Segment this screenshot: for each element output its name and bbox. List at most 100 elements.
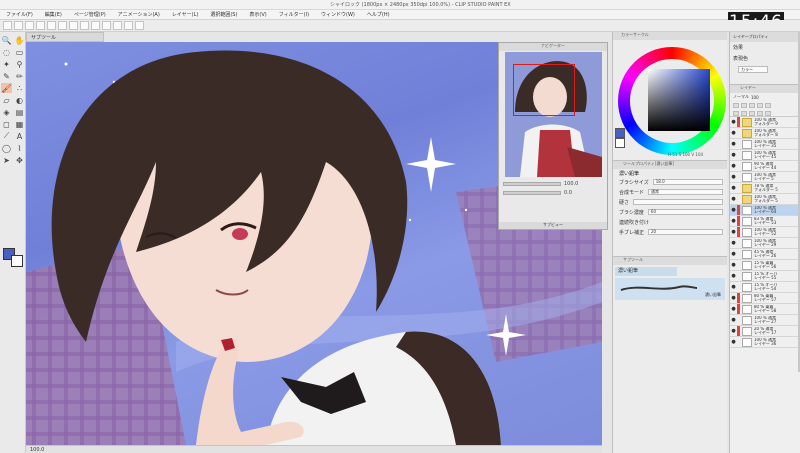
eye-icon[interactable]: ● — [730, 339, 737, 345]
layer-row[interactable]: ● 15 % オーバ レイヤー 55 — [730, 271, 800, 282]
eyedropper-tool-icon[interactable]: ⚲ — [14, 59, 25, 69]
lasso-tool-icon[interactable]: ◌ — [1, 47, 12, 57]
invert-selection-icon[interactable] — [91, 21, 100, 30]
snap-icon[interactable] — [102, 21, 111, 30]
rotate-slider[interactable] — [503, 191, 561, 195]
sub-color-chip[interactable] — [615, 138, 625, 148]
layer-row[interactable]: ● 100 % 通常 レイヤー 45 — [730, 150, 800, 161]
menu-edit[interactable]: 編集(E) — [45, 11, 62, 18]
eye-icon[interactable]: ● — [730, 119, 737, 125]
ruler-snap-icon[interactable] — [113, 21, 122, 30]
new-layer-icon[interactable] — [733, 110, 739, 116]
menu-help[interactable]: ヘルプ(H) — [367, 11, 390, 18]
pen-pressure-icon[interactable] — [124, 21, 133, 30]
eye-icon[interactable]: ● — [730, 295, 737, 301]
settings-icon[interactable] — [135, 21, 144, 30]
layer-row[interactable]: ● 100 % 通常 レイヤー 29 — [730, 238, 800, 249]
mask-icon[interactable] — [765, 102, 771, 108]
brush-preview[interactable]: 濃い鉛筆 — [615, 278, 725, 300]
correct-line-tool-icon[interactable]: ⌇ — [14, 143, 25, 153]
eye-icon[interactable]: ● — [730, 262, 737, 268]
navigator-zoom-value[interactable]: 100.0 — [564, 181, 578, 187]
fill-tool-icon[interactable]: ◈ — [1, 107, 12, 117]
menu-file[interactable]: ファイル(F) — [6, 11, 33, 18]
navigator-view-frame[interactable] — [513, 64, 575, 116]
eye-icon[interactable]: ● — [730, 284, 737, 290]
expression-color-select[interactable]: カラー — [738, 66, 768, 73]
zoom-tool-icon[interactable]: 🔍 — [1, 35, 12, 45]
undo-icon[interactable] — [36, 21, 45, 30]
eye-icon[interactable]: ● — [730, 130, 737, 136]
layer-folder-row[interactable]: ● 100 % 通常 フォルダー 9 — [730, 117, 800, 128]
lock-icon[interactable] — [733, 102, 739, 108]
zoom-slider[interactable] — [503, 182, 561, 186]
figure-tool-icon[interactable]: ◻ — [1, 119, 12, 129]
menu-selection[interactable]: 選択範囲(S) — [210, 11, 237, 18]
eraser-tool-icon[interactable]: ▱ — [1, 95, 12, 105]
menu-filter[interactable]: フィルター(I) — [279, 11, 309, 18]
transform-icon[interactable] — [69, 21, 78, 30]
layer-row[interactable]: ● 100 % 通常 レイヤー 64 — [730, 205, 800, 216]
menu-animation[interactable]: アニメーション(A) — [118, 11, 160, 18]
saturation-value-square[interactable] — [648, 69, 710, 131]
layer-row[interactable]: ● 15 % オーバ レイヤー 54 — [730, 282, 800, 293]
layer-row[interactable]: ● 100 % 通常 レイヤー 35 — [730, 139, 800, 150]
layer-folder-row[interactable]: ● 100 % 通常 フォルダー 8 — [730, 128, 800, 139]
blend-mode-select[interactable]: ノーマル — [733, 94, 749, 100]
layer-row[interactable]: ● 100 % 通常 レイヤー 52 — [730, 227, 800, 238]
clear-icon[interactable] — [58, 21, 67, 30]
move-tool-icon[interactable]: ✋ — [14, 35, 25, 45]
layer-row[interactable]: ● 45 % 通常 レイヤー 26 — [730, 249, 800, 260]
menu-view[interactable]: 表示(V) — [249, 11, 266, 18]
clip-icon[interactable] — [741, 102, 747, 108]
navigator-rotate-value[interactable]: 0.0 — [564, 190, 572, 196]
merge-icon[interactable] — [757, 110, 763, 116]
new-folder-icon[interactable] — [749, 110, 755, 116]
eye-icon[interactable]: ● — [730, 328, 737, 334]
wand-tool-icon[interactable]: ✦ — [1, 59, 12, 69]
frame-tool-icon[interactable]: ▦ — [14, 119, 25, 129]
layer-folder-row[interactable]: ● 100 % 通常 フォルダー 5 — [730, 194, 800, 205]
status-zoom[interactable]: 100.0 — [30, 447, 44, 453]
object-tool-icon[interactable]: ➤ — [1, 155, 12, 165]
blend-tool-icon[interactable]: ◐ — [14, 95, 25, 105]
gradient-tool-icon[interactable]: ▤ — [14, 107, 25, 117]
layer-row[interactable]: ● 15 % 乗算 レイヤー 56 — [730, 260, 800, 271]
layer-row[interactable]: ● 20 % 通常 レイヤー 17 — [730, 326, 800, 337]
eye-icon[interactable]: ● — [730, 251, 737, 257]
eye-icon[interactable]: ● — [730, 218, 737, 224]
main-color-chip[interactable] — [615, 128, 625, 138]
eye-icon[interactable]: ● — [730, 317, 737, 323]
stabilization-row[interactable]: 手ブレ補正 20 — [613, 227, 727, 237]
layer-row[interactable]: ● 100 % 通常 レイヤー 27 — [730, 315, 800, 326]
deselect-icon[interactable] — [80, 21, 89, 30]
eye-icon[interactable]: ● — [730, 240, 737, 246]
layer-row[interactable]: ● 80 % 乗算 レイヤー 58 — [730, 304, 800, 315]
eye-icon[interactable]: ● — [730, 207, 737, 213]
eye-icon[interactable]: ● — [730, 185, 737, 191]
new-icon[interactable] — [3, 21, 12, 30]
pen-tool-icon[interactable]: ✎ — [1, 71, 12, 81]
save-icon[interactable] — [25, 21, 34, 30]
pencil-tool-icon[interactable]: ✏ — [14, 71, 25, 81]
ruler-tool-icon[interactable]: ⟋ — [1, 131, 12, 141]
redo-icon[interactable] — [47, 21, 56, 30]
menu-window[interactable]: ウィンドウ(W) — [321, 11, 355, 18]
layer-row[interactable]: ● 90 % 通常 レイヤー 44 — [730, 161, 800, 172]
airbrush-tool-icon[interactable]: ∴ — [14, 83, 25, 93]
brush-tool-icon[interactable]: 🖌 — [1, 83, 12, 93]
menu-page[interactable]: ページ管理(P) — [74, 11, 106, 18]
subtool-item-selected[interactable]: 濃い鉛筆 — [615, 267, 677, 276]
balloon-tool-icon[interactable]: ◯ — [1, 143, 12, 153]
eye-icon[interactable]: ● — [730, 273, 737, 279]
layer-folder-row[interactable]: ● 78 % 通常 フォルダー 5 — [730, 183, 800, 194]
text-tool-icon[interactable]: A — [14, 131, 25, 141]
layer-move-tool-icon[interactable]: ✥ — [14, 155, 25, 165]
layer-row[interactable]: ● 80 % 乗算 レイヤー 57 — [730, 293, 800, 304]
continuous-spray-row[interactable]: 連続吹き付け — [613, 217, 727, 227]
layer-row[interactable]: ● 100 % 通常 レイヤー 5 — [730, 172, 800, 183]
layer-opacity[interactable]: 100 — [751, 95, 759, 100]
sub-color-swatch[interactable] — [11, 255, 23, 267]
eye-icon[interactable]: ● — [730, 163, 737, 169]
navigator-thumbnail[interactable] — [505, 52, 602, 177]
